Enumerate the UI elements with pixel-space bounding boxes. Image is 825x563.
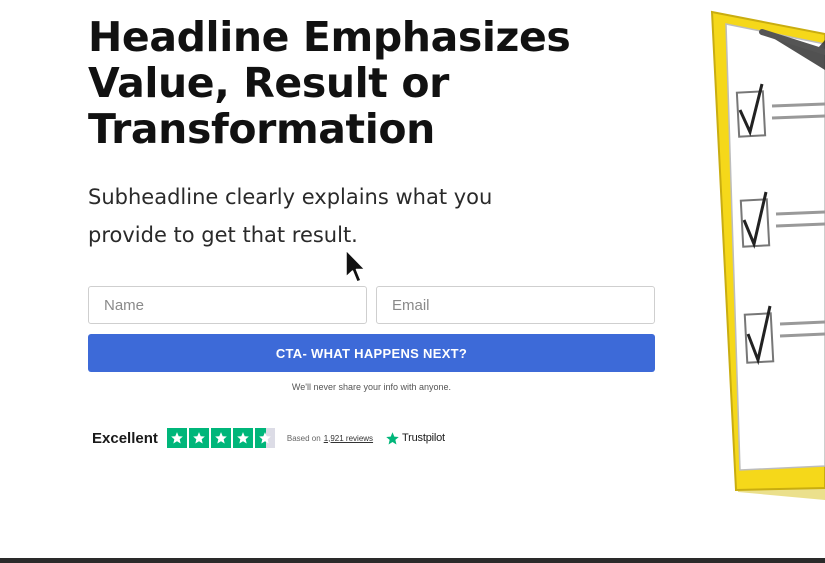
star-rating — [166, 428, 275, 448]
headline-line: Headline Emphasizes — [88, 13, 571, 61]
star-icon — [210, 428, 231, 448]
cta-label: CTA- WHAT HAPPENS NEXT? — [275, 345, 468, 361]
bottom-divider — [0, 558, 825, 563]
based-on-label: Based on — [286, 433, 321, 443]
reviews-count-link[interactable]: 1,921 reviews — [324, 434, 373, 443]
headline: Headline Emphasizes Value, Result or Tra… — [88, 14, 648, 152]
email-input[interactable] — [376, 286, 655, 324]
trustpilot-logo[interactable]: Trustpilot — [385, 431, 445, 446]
subheadline-line: Subheadline clearly explains what you — [88, 185, 493, 209]
star-icon — [232, 428, 253, 448]
star-icon — [386, 431, 399, 444]
rating-word: Excellent — [92, 429, 158, 447]
star-icon — [166, 428, 187, 448]
star-half-icon — [254, 428, 275, 448]
cta-button[interactable]: CTA- WHAT HAPPENS NEXT? — [88, 334, 655, 372]
headline-line: Value, Result or — [88, 59, 449, 107]
subheadline: Subheadline clearly explains what you pr… — [88, 178, 608, 254]
name-input[interactable] — [88, 286, 367, 324]
clipboard-checklist-icon — [710, 10, 825, 500]
headline-line: Transformation — [88, 105, 435, 153]
mouse-pointer-icon — [345, 249, 366, 283]
trustpilot-widget[interactable]: Excellent Based on 1,921 reviews Trustpi… — [92, 427, 445, 449]
privacy-note: We'll never share your info with anyone. — [291, 382, 452, 392]
reviews-summary: Based on 1,921 reviews — [287, 434, 373, 443]
trustpilot-brand: Trustpilot — [402, 432, 445, 444]
star-icon — [188, 428, 209, 448]
